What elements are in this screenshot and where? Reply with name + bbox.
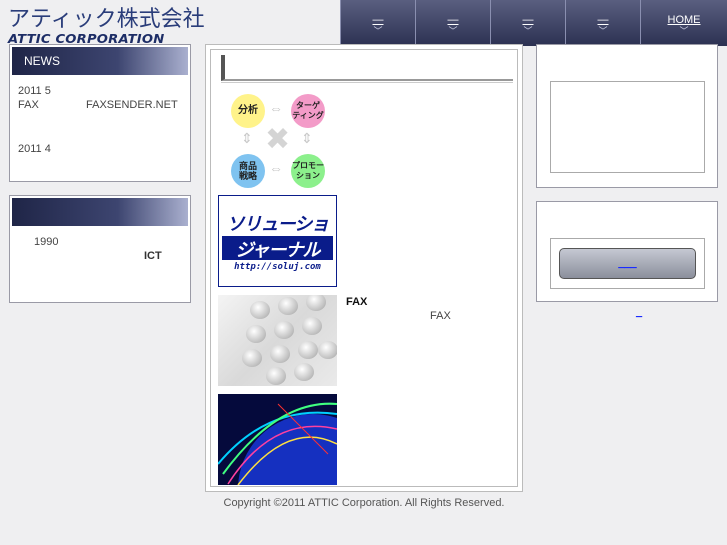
main-content: 分析 ターゲ ティング 商品 戦略 プロモー ション ⇔ ⇔ ⇕ ⇕ ✖ ソリュ…	[205, 44, 523, 492]
banner-line2: ジャーナル	[222, 236, 333, 261]
about-keyword: ICT	[144, 250, 162, 262]
right-link[interactable]: _	[636, 306, 642, 318]
copyright: Copyright ©2011 ATTIC Corporation. All R…	[223, 497, 505, 509]
key-icon	[266, 367, 286, 385]
nav-item-label: —	[447, 14, 459, 26]
right-panel-top	[536, 44, 718, 188]
key-icon	[278, 297, 298, 315]
site-logo[interactable]: アティック株式会社 ATTIC CORPORATION	[8, 8, 208, 46]
nav-item-label: —	[597, 14, 609, 26]
chevron-down-icon: ﹀	[373, 26, 383, 36]
news-date: 2011 4	[18, 143, 51, 155]
nav-item-4[interactable]: — ﹀	[565, 0, 640, 46]
nav-item-2[interactable]: — ﹀	[415, 0, 490, 46]
inquiry-button[interactable]: ___	[559, 248, 696, 279]
top-navigation: — ﹀ — ﹀ — ﹀ — ﹀ HOME ﹀	[340, 0, 727, 46]
nav-item-label: —	[522, 14, 534, 26]
product-circle: 商品 戦略	[231, 154, 265, 188]
key-icon	[318, 341, 337, 359]
chevron-down-icon: ﹀	[448, 26, 458, 36]
globe-graphic	[218, 402, 337, 485]
right-panel-bottom: ___	[536, 201, 718, 302]
right-panel-content: ___	[550, 238, 705, 289]
promotion-circle: プロモー ション	[291, 154, 325, 188]
arrow-icon: ⇕	[301, 130, 313, 146]
fax-text: FAX	[430, 310, 451, 322]
section-heading	[221, 55, 513, 81]
globe-network-image[interactable]	[218, 394, 337, 485]
about-year: 1990	[34, 236, 59, 248]
arrow-icon: ⇔	[269, 100, 283, 116]
nav-item-3[interactable]: — ﹀	[490, 0, 565, 46]
news-link[interactable]: FAX	[18, 99, 39, 111]
right-panel-content	[550, 81, 705, 173]
fax-title: FAX	[346, 296, 368, 308]
analysis-circle: 分析	[231, 94, 265, 128]
nav-item-1[interactable]: — ﹀	[340, 0, 415, 46]
targeting-circle: ターゲ ティング	[291, 94, 325, 128]
about-panel: 1990 ICT	[9, 195, 191, 303]
key-icon	[294, 363, 314, 381]
key-icon	[270, 345, 290, 363]
divider	[221, 82, 513, 83]
nav-item-home[interactable]: HOME ﹀	[640, 0, 727, 46]
banner-url: http://soluj.com	[234, 262, 321, 272]
nav-item-label: —	[372, 14, 384, 26]
key-icon	[298, 341, 318, 359]
marketing-diagram: 分析 ターゲ ティング 商品 戦略 プロモー ション ⇔ ⇔ ⇕ ⇕ ✖	[229, 92, 329, 188]
key-icon	[250, 301, 270, 319]
cross-arrow-icon: ✖	[265, 123, 291, 156]
about-title	[12, 198, 188, 226]
key-icon	[246, 325, 266, 343]
arrow-icon: ⇔	[269, 160, 283, 176]
chevron-down-icon: ﹀	[523, 26, 533, 36]
news-panel: NEWS 2011 5 FAX FAXSENDER.NET 2011 4	[9, 44, 191, 182]
main-inner: 分析 ターゲ ティング 商品 戦略 プロモー ション ⇔ ⇔ ⇕ ⇕ ✖ ソリュ…	[210, 49, 518, 487]
banner-line1: ソリューション	[226, 214, 330, 261]
news-link[interactable]: FAXSENDER.NET	[86, 99, 178, 111]
logo-japanese: アティック株式会社	[8, 7, 205, 32]
arrow-icon: ⇕	[241, 130, 253, 146]
key-icon	[274, 321, 294, 339]
key-icon	[302, 317, 322, 335]
solution-journal-banner[interactable]: ソリューション ジャーナル http://soluj.com	[218, 195, 337, 287]
key-icon	[242, 349, 262, 367]
news-title: NEWS	[12, 47, 188, 75]
chevron-down-icon: ﹀	[598, 26, 608, 36]
phone-keypad-image[interactable]	[218, 295, 337, 386]
news-date: 2011 5	[18, 85, 51, 97]
nav-item-label: HOME	[667, 14, 701, 26]
chevron-down-icon: ﹀	[679, 26, 689, 36]
key-icon	[306, 295, 326, 311]
